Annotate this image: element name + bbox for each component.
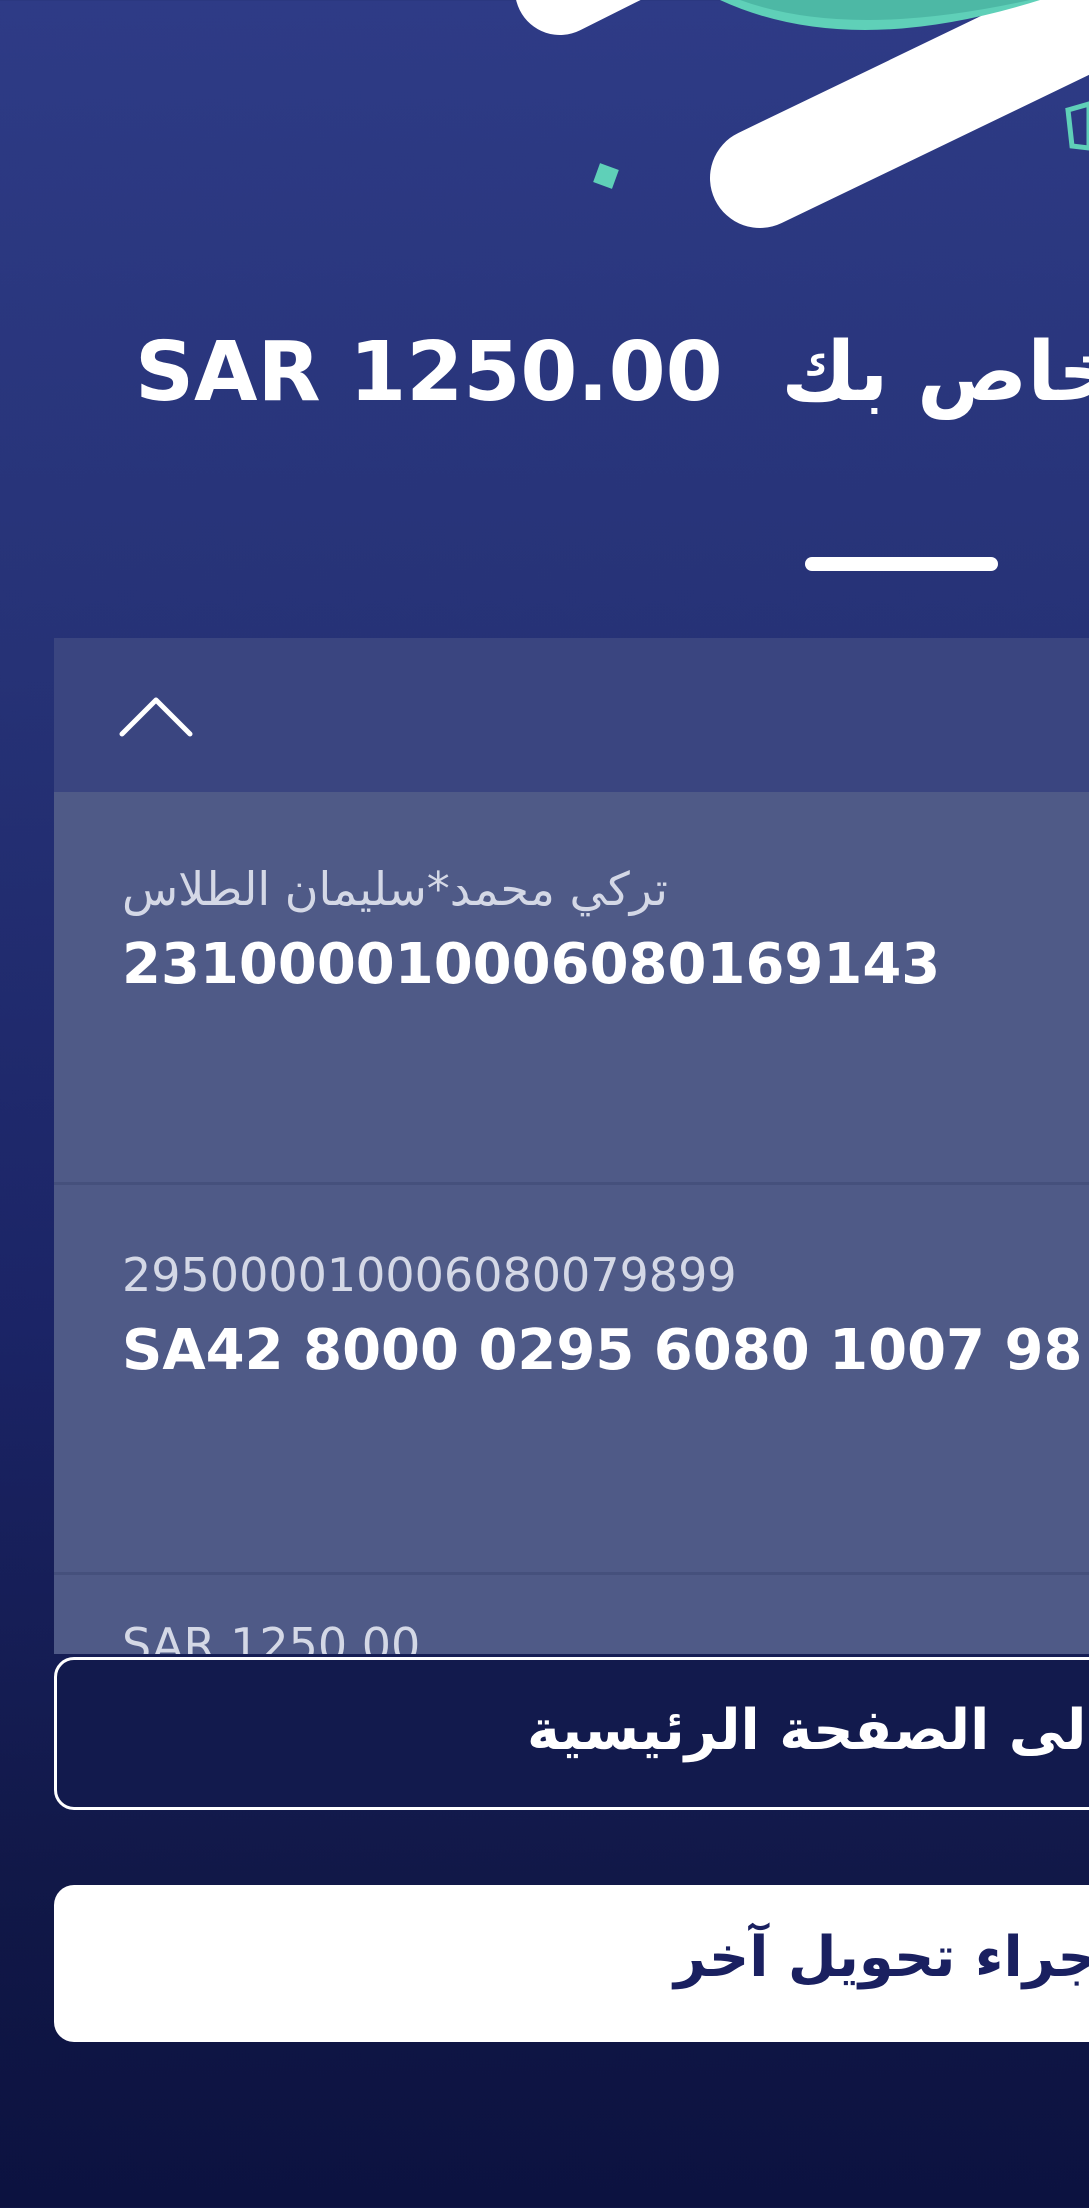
list-item-amount: SAR 1250.00 — [54, 1572, 1089, 1654]
amount-value: SAR 1250.00 — [135, 325, 723, 420]
details-list: تركي محمد*سليمان الطلاس 2310000100060801… — [54, 792, 1089, 1654]
beneficiary-account-number: 231000010006080169143 — [122, 932, 941, 997]
list-item-beneficiary: تركي محمد*سليمان الطلاس 2310000100060801… — [54, 792, 1089, 1185]
source-iban: SA42 8000 0295 6080 1007 98 — [122, 1318, 1083, 1383]
transfer-details-panel: تركي محمد*سليمان الطلاس 2310000100060801… — [54, 638, 1089, 1654]
list-item-source-account: 295000010006080079899 SA42 8000 0295 608… — [54, 1182, 1089, 1575]
chevron-up-icon[interactable] — [116, 690, 196, 740]
home-button[interactable]: إلى الصفحة الرئيسية — [54, 1657, 1089, 1810]
another-transfer-button-label: جراء تحويل آخر — [674, 1925, 1089, 1990]
source-account-number: 295000010006080079899 — [122, 1248, 737, 1302]
another-transfer-button[interactable]: جراء تحويل آخر — [54, 1885, 1089, 2042]
home-button-label: إلى الصفحة الرئيسية — [527, 1698, 1089, 1763]
page-indicator — [805, 557, 998, 571]
details-header[interactable] — [54, 638, 1089, 792]
transfer-amount-heading: SAR 1250.00 الخاص بك — [0, 318, 1089, 428]
success-illustration — [516, 0, 1089, 228]
beneficiary-name: تركي محمد*سليمان الطلاس — [122, 862, 668, 916]
amount-label: الخاص بك — [781, 325, 1089, 420]
amount-peek: SAR 1250.00 — [122, 1618, 421, 1654]
